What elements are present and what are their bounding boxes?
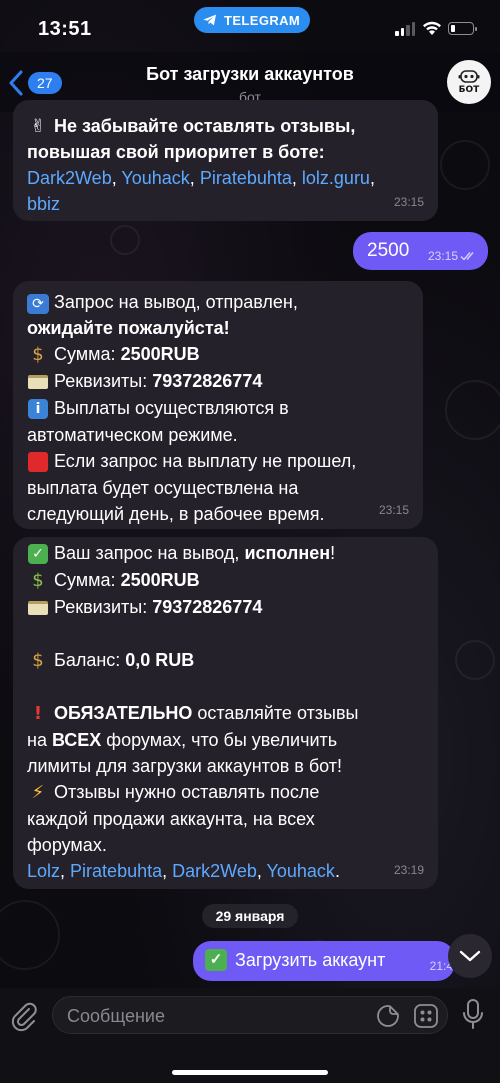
- link-dark2web[interactable]: Dark2Web: [27, 168, 112, 188]
- message-text: Запрос на вывод, отправлен,: [54, 292, 298, 312]
- credit-card-emoji: [27, 595, 49, 621]
- read-checkmarks-icon: [460, 252, 474, 261]
- money-bag-emoji: $: [32, 650, 44, 671]
- message-text: Ваш запрос на вывод,: [54, 543, 245, 563]
- link-youhack[interactable]: Youhack: [267, 861, 335, 881]
- bg-doodle: [445, 380, 500, 440]
- amount-value: 2500RUB: [120, 570, 200, 590]
- message-text: Выплаты осуществляются в: [54, 398, 289, 418]
- link-lolz-guru[interactable]: lolz.guru: [302, 168, 370, 188]
- bot-avatar[interactable]: БОТ: [447, 60, 491, 104]
- date-divider: 29 января: [202, 904, 298, 928]
- attach-icon[interactable]: [10, 1000, 38, 1032]
- incoming-message[interactable]: ⟳ Запрос на вывод, отправлен, ожидайте по…: [13, 281, 423, 529]
- avatar-text: БОТ: [458, 84, 480, 95]
- message-time: 23:19: [393, 863, 424, 877]
- bot-avatar-icon: [458, 69, 480, 83]
- message-input[interactable]: Сообщение: [67, 1006, 165, 1027]
- message-text: оставляйте отзывы: [192, 703, 359, 723]
- message-text: исполнен: [244, 543, 331, 563]
- incoming-message[interactable]: ✌ Не забывайте оставлять отзывы, повышая …: [13, 100, 438, 221]
- message-text: Сумма:: [54, 344, 121, 364]
- bg-doodle: [0, 900, 60, 970]
- outgoing-message[interactable]: ✓ Загрузить аккаунт 21:4: [193, 941, 455, 981]
- message-text: форумах.: [27, 835, 107, 855]
- message-field[interactable]: Сообщение: [52, 996, 448, 1034]
- message-text: повышая свой приоритет в боте:: [27, 142, 325, 162]
- message-text: ожидайте пожалуйста!: [27, 318, 230, 338]
- requisites-value: 79372826774: [152, 371, 263, 391]
- link-lolz[interactable]: Lolz: [27, 861, 60, 881]
- chevron-down-icon: [459, 950, 481, 962]
- message-text: Если запрос на выплату не прошел,: [54, 451, 357, 471]
- telegram-icon: [203, 14, 216, 26]
- message-time: 23:15: [427, 249, 458, 263]
- message-text: автоматическом режиме.: [27, 425, 238, 445]
- link-piratebuhta[interactable]: Piratebuhta: [200, 168, 292, 188]
- incoming-message[interactable]: ✓ Ваш запрос на вывод, исполнен! $ Сумма: …: [13, 537, 438, 889]
- home-indicator: [172, 1070, 328, 1075]
- message-text: Не забывайте оставлять отзывы,: [54, 116, 356, 136]
- amount-value: 2500RUB: [120, 344, 200, 364]
- outgoing-message[interactable]: 2500 23:15: [353, 232, 488, 270]
- message-text: ОБЯЗАТЕЛЬНО: [54, 703, 193, 723]
- message-text: каждой продажи аккаунта, на всех: [27, 809, 315, 829]
- requisites-value: 79372826774: [152, 597, 263, 617]
- message-text: ВСЕХ: [51, 730, 102, 750]
- message-text: лимиты для загрузки аккаунтов в бот!: [27, 756, 342, 776]
- message-text: 2500: [367, 240, 410, 261]
- wifi-icon: [423, 21, 441, 35]
- exclamation-emoji: !: [33, 703, 43, 724]
- battery-icon: [448, 22, 477, 35]
- telegram-pill-label: TELEGRAM: [224, 12, 301, 28]
- red-square-emoji: [27, 449, 49, 475]
- message-time: 23:15: [378, 503, 409, 517]
- bg-doodle: [440, 140, 490, 190]
- money-bag-emoji: $: [32, 344, 44, 365]
- balance-value: 0,0 RUB: [125, 650, 195, 670]
- check-mark-emoji: ✓: [27, 541, 49, 567]
- bg-doodle: [110, 225, 140, 255]
- message-text: Реквизиты:: [54, 597, 153, 617]
- link-piratebuhta[interactable]: Piratebuhta: [70, 861, 162, 881]
- telegram-pill[interactable]: TELEGRAM: [194, 7, 311, 33]
- credit-card-emoji: [27, 369, 49, 395]
- lightning-emoji: ⚡: [31, 782, 45, 803]
- message-text: выплата будет осуществлена на: [27, 478, 299, 498]
- message-text: Отзывы нужно оставлять после: [54, 782, 320, 802]
- message-text: следующий день, в рабочее время.: [27, 504, 325, 524]
- mic-icon[interactable]: [462, 999, 484, 1031]
- status-time: 13:51: [38, 18, 92, 40]
- message-text: форумах, что бы увеличить: [101, 730, 338, 750]
- message-text: Баланс:: [54, 650, 126, 670]
- victory-hand-emoji: ✌: [30, 116, 46, 137]
- bg-doodle: [455, 640, 495, 680]
- link-youhack[interactable]: Youhack: [121, 168, 189, 188]
- check-mark-emoji: ✓: [205, 949, 227, 971]
- cellular-signal-icon: [395, 22, 415, 36]
- message-text: Реквизиты:: [54, 371, 153, 391]
- chat-title[interactable]: Бот загрузки аккаунтов: [0, 64, 500, 85]
- money-with-wings-emoji: $: [32, 570, 44, 591]
- message-text: Загрузить аккаунт: [235, 950, 386, 970]
- message-text: Сумма:: [54, 570, 121, 590]
- link-dark2web[interactable]: Dark2Web: [172, 861, 257, 881]
- scroll-to-bottom-button[interactable]: [448, 934, 492, 978]
- link-bbiz[interactable]: bbiz: [27, 194, 60, 214]
- message-text: !: [330, 543, 336, 563]
- message-text: на: [27, 730, 52, 750]
- refresh-emoji-icon: ⟳: [27, 294, 49, 314]
- info-emoji-icon: i: [27, 396, 49, 422]
- chat-screen: 13:51 TELEGRAM 27 Бот загрузки аккаунтов…: [0, 0, 500, 1083]
- bot-commands-icon[interactable]: [413, 1003, 439, 1029]
- sticker-icon[interactable]: [376, 1004, 400, 1028]
- status-bar: 13:51 TELEGRAM: [0, 0, 500, 52]
- message-input-bar: Сообщение: [0, 988, 500, 1083]
- message-time: 23:15: [393, 195, 424, 209]
